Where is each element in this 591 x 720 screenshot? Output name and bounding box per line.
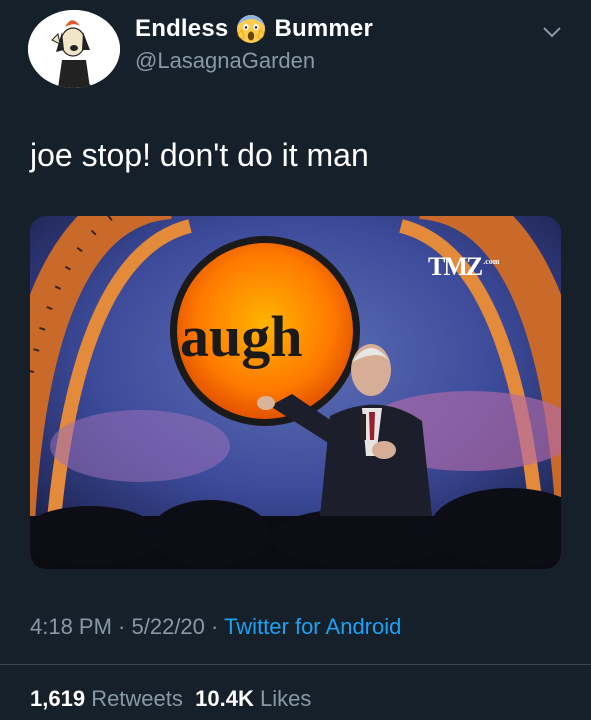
retweets-stat[interactable]: 1,619 Retweets (30, 686, 183, 711)
laugh-sign-text: augh (180, 304, 303, 369)
tmz-watermark-sub: .com (483, 257, 500, 266)
user-handle[interactable]: @LasagnaGarden (135, 48, 315, 74)
retweets-count: 1,619 (30, 686, 86, 711)
display-name-first: Endless (135, 15, 229, 42)
likes-stat[interactable]: 10.4K Likes (195, 686, 311, 711)
retweets-label: Retweets (91, 686, 183, 711)
face-screaming-in-fear-emoji-icon (237, 15, 266, 43)
avatar[interactable] (28, 10, 120, 88)
tweet-container: Endless Bummer @LasagnaGarden joe stop! … (0, 0, 591, 720)
tmz-watermark-text: TMZ (428, 252, 483, 281)
divider (0, 664, 591, 665)
display-name[interactable]: Endless Bummer (135, 14, 373, 44)
likes-count: 10.4K (195, 686, 254, 711)
tweet-stats: 1,619 Retweets 10.4K Likes (30, 686, 311, 712)
meta-separator: · (111, 614, 132, 639)
likes-label: Likes (259, 686, 312, 711)
cartoon-dog-avatar-icon (28, 10, 120, 88)
tweet-date[interactable]: 5/22/20 (132, 614, 205, 639)
chevron-down-icon[interactable] (540, 20, 564, 44)
tweet-meta: 4:18 PM · 5/22/20 · Twitter for Android (30, 614, 401, 640)
meta-separator: · (204, 614, 225, 639)
tmz-watermark: TMZ .com (428, 252, 500, 282)
display-name-last: Bummer (274, 15, 374, 42)
tweet-media-image[interactable]: augh TMZ .com (30, 216, 561, 569)
tweet-source-link[interactable]: Twitter for Android (224, 614, 401, 639)
tweet-time[interactable]: 4:18 PM (30, 614, 112, 639)
tweet-text: joe stop! don't do it man (30, 137, 369, 173)
